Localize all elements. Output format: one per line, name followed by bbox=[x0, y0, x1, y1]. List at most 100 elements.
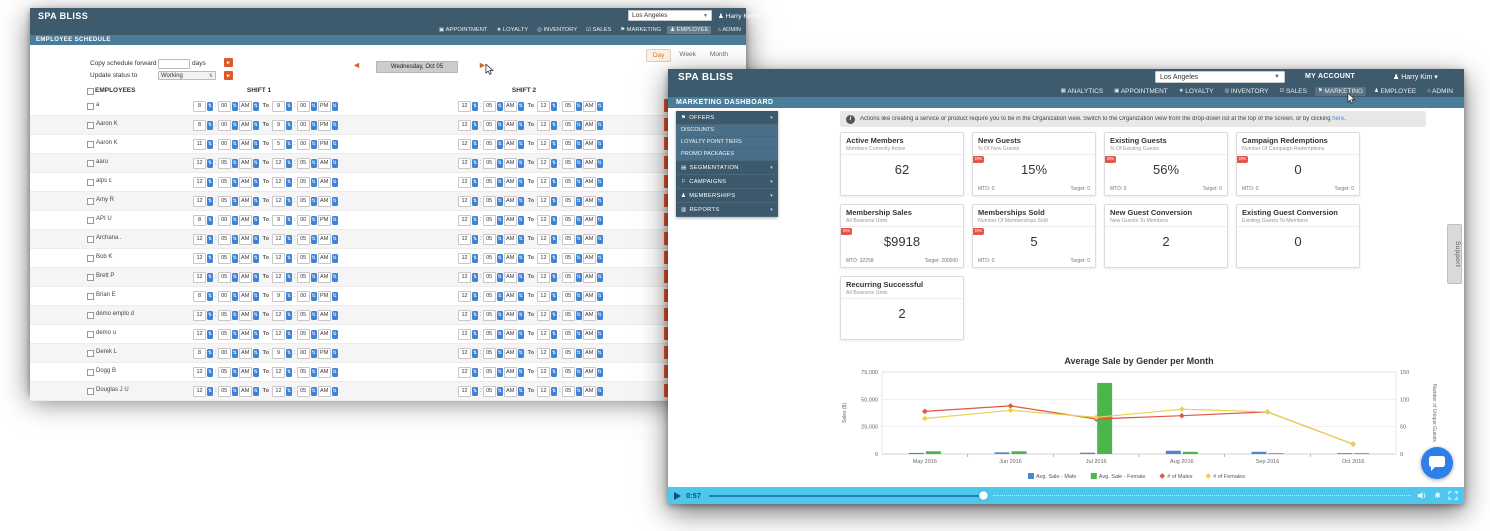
shift1-start-ampm[interactable]: AM bbox=[239, 139, 252, 150]
shift1-end-hour[interactable]: 12 bbox=[272, 386, 285, 397]
shift2-start-ampm[interactable]: AM bbox=[504, 101, 517, 112]
stepper-icon[interactable]: ⇅ bbox=[551, 292, 557, 301]
stepper-icon[interactable]: ⇅ bbox=[597, 159, 603, 168]
stepper-icon[interactable]: ⇅ bbox=[497, 102, 503, 111]
shift1-start-minute[interactable]: 00 bbox=[218, 101, 231, 112]
shift2-end-minute[interactable]: 05 bbox=[562, 329, 575, 340]
stepper-icon[interactable]: ⇅ bbox=[472, 121, 478, 130]
stepper-icon[interactable]: ⇅ bbox=[472, 292, 478, 301]
shift1-start-hour[interactable]: 12 bbox=[193, 234, 206, 245]
stepper-icon[interactable]: ⇅ bbox=[207, 292, 213, 301]
shift1-start-hour[interactable]: 12 bbox=[193, 253, 206, 264]
stepper-icon[interactable]: ⇅ bbox=[576, 102, 582, 111]
chat-bubble-button[interactable] bbox=[1421, 447, 1453, 479]
shift2-end-ampm[interactable]: AM bbox=[583, 139, 596, 150]
shift2-end-ampm[interactable]: AM bbox=[583, 348, 596, 359]
stepper-icon[interactable]: ⇅ bbox=[576, 140, 582, 149]
shift2-end-hour[interactable]: 12 bbox=[537, 101, 550, 112]
shift1-end-hour[interactable]: 12 bbox=[272, 329, 285, 340]
shift1-start-hour[interactable]: 12 bbox=[193, 196, 206, 207]
stepper-icon[interactable]: ⇅ bbox=[332, 216, 338, 225]
shift1-end-ampm[interactable]: AM bbox=[318, 386, 331, 397]
shift1-end-minute[interactable]: 05 bbox=[297, 386, 310, 397]
shift1-start-ampm[interactable]: AM bbox=[239, 272, 252, 283]
stepper-icon[interactable]: ⇅ bbox=[253, 292, 259, 301]
stepper-icon[interactable]: ⇅ bbox=[232, 273, 238, 282]
nav-item-admin[interactable]: ⌂ADMIN bbox=[714, 26, 744, 34]
employee-checkbox[interactable] bbox=[87, 350, 94, 357]
sidebar-section-offers[interactable]: ⚑OFFERS▾ bbox=[676, 111, 778, 125]
shift1-start-hour[interactable]: 12 bbox=[193, 158, 206, 169]
stepper-icon[interactable]: ⇅ bbox=[207, 178, 213, 187]
stepper-icon[interactable]: ⇅ bbox=[576, 159, 582, 168]
stepper-icon[interactable]: ⇅ bbox=[472, 235, 478, 244]
shift1-start-ampm[interactable]: AM bbox=[239, 329, 252, 340]
stepper-icon[interactable]: ⇅ bbox=[497, 216, 503, 225]
stepper-icon[interactable]: ⇅ bbox=[232, 197, 238, 206]
stepper-icon[interactable]: ⇅ bbox=[332, 349, 338, 358]
stepper-icon[interactable]: ⇅ bbox=[232, 330, 238, 339]
shift2-end-ampm[interactable]: AM bbox=[583, 215, 596, 226]
stepper-icon[interactable]: ⇅ bbox=[518, 254, 524, 263]
player-progress-track[interactable] bbox=[709, 487, 1411, 504]
shift2-start-minute[interactable]: 05 bbox=[483, 139, 496, 150]
stepper-icon[interactable]: ⇅ bbox=[497, 311, 503, 320]
shift1-start-minute[interactable]: 05 bbox=[218, 386, 231, 397]
stepper-icon[interactable]: ⇅ bbox=[232, 368, 238, 377]
stepper-icon[interactable]: ⇅ bbox=[232, 254, 238, 263]
shift1-end-hour[interactable]: 12 bbox=[272, 310, 285, 321]
stepper-icon[interactable]: ⇅ bbox=[253, 121, 259, 130]
stepper-icon[interactable]: ⇅ bbox=[551, 254, 557, 263]
shift2-end-minute[interactable]: 05 bbox=[562, 139, 575, 150]
shift2-end-ampm[interactable]: AM bbox=[583, 310, 596, 321]
stepper-icon[interactable]: ⇅ bbox=[472, 140, 478, 149]
stepper-icon[interactable]: ⇅ bbox=[472, 254, 478, 263]
shift1-end-ampm[interactable]: PM bbox=[318, 120, 331, 131]
shift2-end-ampm[interactable]: AM bbox=[583, 158, 596, 169]
shift2-end-ampm[interactable]: AM bbox=[583, 101, 596, 112]
nav-item-inventory[interactable]: ◎INVENTORY bbox=[534, 26, 580, 34]
employee-checkbox[interactable] bbox=[87, 179, 94, 186]
stepper-icon[interactable]: ⇅ bbox=[232, 311, 238, 320]
prev-day-arrow-icon[interactable]: ◄ bbox=[352, 61, 361, 70]
shift1-start-minute[interactable]: 00 bbox=[218, 348, 231, 359]
nav-item-admin[interactable]: ⌂ADMIN bbox=[1424, 87, 1456, 96]
stepper-icon[interactable]: ⇅ bbox=[551, 159, 557, 168]
shift2-end-hour[interactable]: 12 bbox=[537, 348, 550, 359]
stepper-icon[interactable]: ⇅ bbox=[311, 387, 317, 396]
stepper-icon[interactable]: ⇅ bbox=[311, 254, 317, 263]
shift2-end-ampm[interactable]: AM bbox=[583, 234, 596, 245]
shift2-start-minute[interactable]: 05 bbox=[483, 348, 496, 359]
shift1-end-minute[interactable]: 00 bbox=[297, 139, 310, 150]
stepper-icon[interactable]: ⇅ bbox=[551, 121, 557, 130]
stepper-icon[interactable]: ⇅ bbox=[472, 197, 478, 206]
shift1-start-minute[interactable]: 05 bbox=[218, 253, 231, 264]
stepper-icon[interactable]: ⇅ bbox=[597, 292, 603, 301]
stepper-icon[interactable]: ⇅ bbox=[286, 368, 292, 377]
stepper-icon[interactable]: ⇅ bbox=[207, 254, 213, 263]
shift2-start-hour[interactable]: 12 bbox=[458, 291, 471, 302]
stepper-icon[interactable]: ⇅ bbox=[597, 121, 603, 130]
stepper-icon[interactable]: ⇅ bbox=[232, 102, 238, 111]
shift1-start-minute[interactable]: 05 bbox=[218, 177, 231, 188]
stepper-icon[interactable]: ⇅ bbox=[597, 311, 603, 320]
nav-item-marketing[interactable]: ⚑MARKETING bbox=[1315, 87, 1366, 96]
shift1-end-hour[interactable]: 9 bbox=[272, 101, 285, 112]
shift2-end-ampm[interactable]: AM bbox=[583, 177, 596, 188]
stepper-icon[interactable]: ⇅ bbox=[597, 368, 603, 377]
stepper-icon[interactable]: ⇅ bbox=[597, 254, 603, 263]
shift2-start-ampm[interactable]: AM bbox=[504, 196, 517, 207]
stepper-icon[interactable]: ⇅ bbox=[518, 197, 524, 206]
stepper-icon[interactable]: ⇅ bbox=[286, 292, 292, 301]
shift1-end-hour[interactable]: 12 bbox=[272, 234, 285, 245]
stepper-icon[interactable]: ⇅ bbox=[332, 368, 338, 377]
shift1-end-hour[interactable]: 9 bbox=[272, 291, 285, 302]
stepper-icon[interactable]: ⇅ bbox=[576, 121, 582, 130]
shift2-end-hour[interactable]: 12 bbox=[537, 120, 550, 131]
stepper-icon[interactable]: ⇅ bbox=[311, 102, 317, 111]
shift1-start-hour[interactable]: 12 bbox=[193, 367, 206, 378]
shift1-start-hour[interactable]: 12 bbox=[193, 177, 206, 188]
view-tab-day[interactable]: Day bbox=[646, 49, 672, 62]
shift2-end-ampm[interactable]: AM bbox=[583, 272, 596, 283]
shift1-end-hour[interactable]: 5 bbox=[272, 139, 285, 150]
